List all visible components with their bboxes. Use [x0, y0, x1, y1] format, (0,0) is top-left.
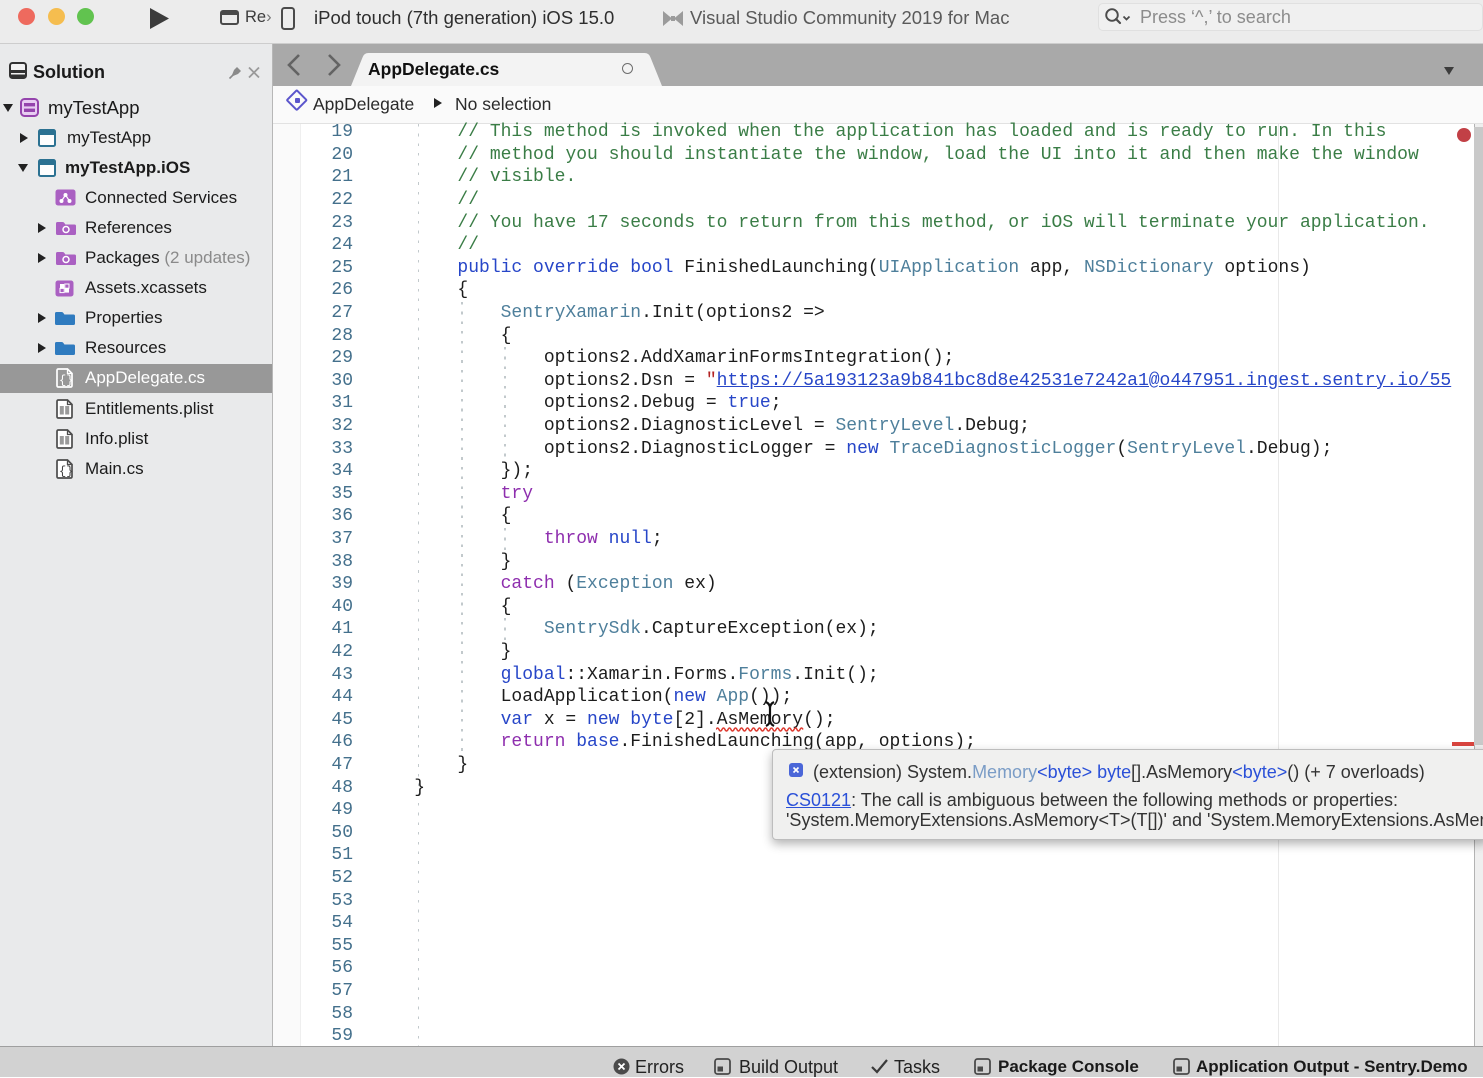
svg-text:{}: {}	[59, 464, 73, 478]
svg-text:{}: {}	[59, 374, 73, 388]
